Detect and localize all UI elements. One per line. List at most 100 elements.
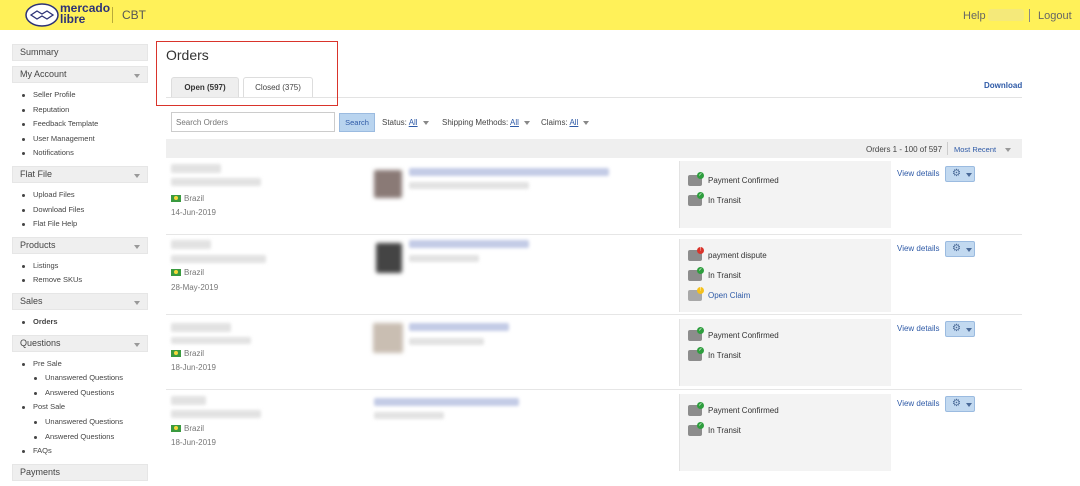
section-label: Questions: [20, 337, 61, 348]
product-thumbnail[interactable]: [373, 323, 403, 353]
product-title-redacted[interactable]: [409, 168, 609, 176]
product-thumbnail[interactable]: [376, 243, 402, 273]
sidebar-item-feedback-template[interactable]: Feedback Template: [21, 117, 148, 132]
buyer-name-redacted: [171, 323, 231, 332]
header-divider: [112, 7, 113, 23]
sidebar-section-payments[interactable]: Payments: [12, 463, 148, 481]
buyer-name-redacted: [171, 164, 221, 173]
product-sku-redacted: [374, 412, 444, 419]
order-status-panel: ✓ Payment Confirmed ✓ In Transit: [679, 319, 891, 386]
sort-select[interactable]: Most Recent: [954, 145, 996, 154]
chevron-down-icon: [583, 120, 590, 125]
table-row: Brazil 18-Jun-2019 ✓ Payment Confirmed ✓…: [166, 390, 1022, 471]
order-date: 18-Jun-2019: [171, 363, 216, 372]
sidebar-item-user-management[interactable]: User Management: [21, 132, 148, 147]
check-badge-icon: ✓: [697, 347, 704, 354]
sidebar-item-post-sale-answered[interactable]: Answered Questions: [21, 430, 148, 445]
buyer-country: Brazil: [184, 268, 205, 277]
top-header: mercado libre CBT Help Logout: [0, 0, 1080, 30]
sidebar-item-seller-profile[interactable]: Seller Profile: [21, 88, 148, 103]
buyer-country: Brazil: [184, 194, 205, 203]
buyer-country: Brazil: [184, 349, 205, 358]
check-badge-icon: ✓: [697, 402, 704, 409]
section-label: Payments: [20, 466, 61, 477]
check-badge-icon: ✓: [697, 172, 704, 179]
search-button[interactable]: Search: [339, 113, 375, 132]
sidebar-item-pre-sale[interactable]: Pre Sale: [21, 357, 148, 372]
order-status-panel: ✓ Payment Confirmed ✓ In Transit: [679, 394, 891, 471]
filter-value[interactable]: All: [510, 118, 519, 127]
sidebar-item-pre-sale-answered[interactable]: Answered Questions: [21, 386, 148, 401]
product-title-redacted[interactable]: [374, 398, 519, 406]
section-label: Flat File: [20, 168, 53, 179]
gear-icon: ⚙: [952, 243, 961, 254]
sidebar-item-faqs[interactable]: FAQs: [21, 444, 148, 459]
open-claim-link[interactable]: Open Claim: [708, 291, 750, 300]
chevron-down-icon: [134, 244, 140, 249]
actions-dropdown-button[interactable]: ⚙: [945, 241, 975, 257]
shipping-methods-filter[interactable]: Shipping Methods: All: [442, 118, 530, 127]
filter-value[interactable]: All: [569, 118, 578, 127]
sidebar-item-upload-files[interactable]: Upload Files: [21, 188, 148, 203]
sidebar-item-orders[interactable]: Orders: [21, 315, 148, 330]
claims-filter[interactable]: Claims: All: [541, 118, 590, 127]
help-link[interactable]: Help: [963, 10, 986, 22]
sidebar-item-download-files[interactable]: Download Files: [21, 203, 148, 218]
order-date: 18-Jun-2019: [171, 438, 216, 447]
product-title-redacted[interactable]: [409, 240, 529, 248]
sidebar-item-reputation[interactable]: Reputation: [21, 103, 148, 118]
handshake-logo-icon: [25, 3, 59, 27]
filter-label: Status:: [382, 118, 407, 127]
chevron-down-icon: [966, 248, 972, 252]
download-link[interactable]: Download: [984, 81, 1022, 90]
buyer-info-redacted: [171, 255, 266, 263]
actions-dropdown-button[interactable]: ⚙: [945, 321, 975, 337]
order-status-panel: ✓ Payment Confirmed ✓ In Transit: [679, 161, 891, 228]
buyer-info-redacted: [171, 337, 251, 344]
sidebar-item-notifications[interactable]: Notifications: [21, 146, 148, 161]
section-label: Sales: [20, 295, 43, 306]
sidebar-section-products[interactable]: Products: [12, 236, 148, 254]
order-status-panel: ! payment dispute ✓ In Transit ! Open Cl…: [679, 239, 891, 312]
section-label: CBT: [122, 8, 146, 22]
view-details-link[interactable]: View details: [897, 324, 940, 333]
product-thumbnail[interactable]: [374, 170, 402, 198]
sidebar-section-questions[interactable]: Questions: [12, 334, 148, 352]
sidebar-item-listings[interactable]: Listings: [21, 259, 148, 274]
buyer-country: Brazil: [184, 424, 205, 433]
sidebar-item-post-sale-unanswered[interactable]: Unanswered Questions: [21, 415, 148, 430]
order-date: 14-Jun-2019: [171, 208, 216, 217]
chevron-down-icon[interactable]: [1005, 148, 1011, 152]
product-title-redacted[interactable]: [409, 323, 509, 331]
status-filter[interactable]: Status: All: [382, 118, 429, 127]
sidebar-section-my-account[interactable]: My Account: [12, 66, 148, 83]
sidebar-item-post-sale[interactable]: Post Sale: [21, 400, 148, 415]
sidebar-item-pre-sale-unanswered[interactable]: Unanswered Questions: [21, 371, 148, 386]
table-row: Brazil 18-Jun-2019 ✓ Payment Confirmed ✓…: [166, 315, 1022, 390]
sales-list: Orders: [12, 315, 148, 330]
view-details-link[interactable]: View details: [897, 399, 940, 408]
sidebar-section-flat-file[interactable]: Flat File: [12, 165, 148, 183]
sidebar-section-sales[interactable]: Sales: [12, 292, 148, 310]
sidebar-item-remove-skus[interactable]: Remove SKUs: [21, 273, 148, 288]
sidebar: Summary My Account Seller Profile Reputa…: [12, 44, 148, 486]
logout-link[interactable]: Logout: [1038, 10, 1072, 22]
order-date: 28-May-2019: [171, 283, 219, 292]
annotation-highlight-box: [156, 41, 338, 106]
products-list: Listings Remove SKUs: [12, 259, 148, 288]
chevron-down-icon: [422, 120, 429, 125]
chevron-down-icon: [966, 403, 972, 407]
actions-dropdown-button[interactable]: ⚙: [945, 166, 975, 182]
view-details-link[interactable]: View details: [897, 169, 940, 178]
sidebar-item-flat-file-help[interactable]: Flat File Help: [21, 217, 148, 232]
actions-dropdown-button[interactable]: ⚙: [945, 396, 975, 412]
status-text: Payment Confirmed: [708, 406, 779, 415]
filter-value[interactable]: All: [409, 118, 418, 127]
filter-label: Claims:: [541, 118, 568, 127]
table-row: Brazil 28-May-2019 ! payment dispute ✓ I…: [166, 235, 1022, 315]
sidebar-summary[interactable]: Summary: [12, 44, 148, 61]
view-details-link[interactable]: View details: [897, 244, 940, 253]
gear-icon: ⚙: [952, 168, 961, 179]
chevron-down-icon: [966, 173, 972, 177]
search-input[interactable]: [171, 112, 335, 132]
